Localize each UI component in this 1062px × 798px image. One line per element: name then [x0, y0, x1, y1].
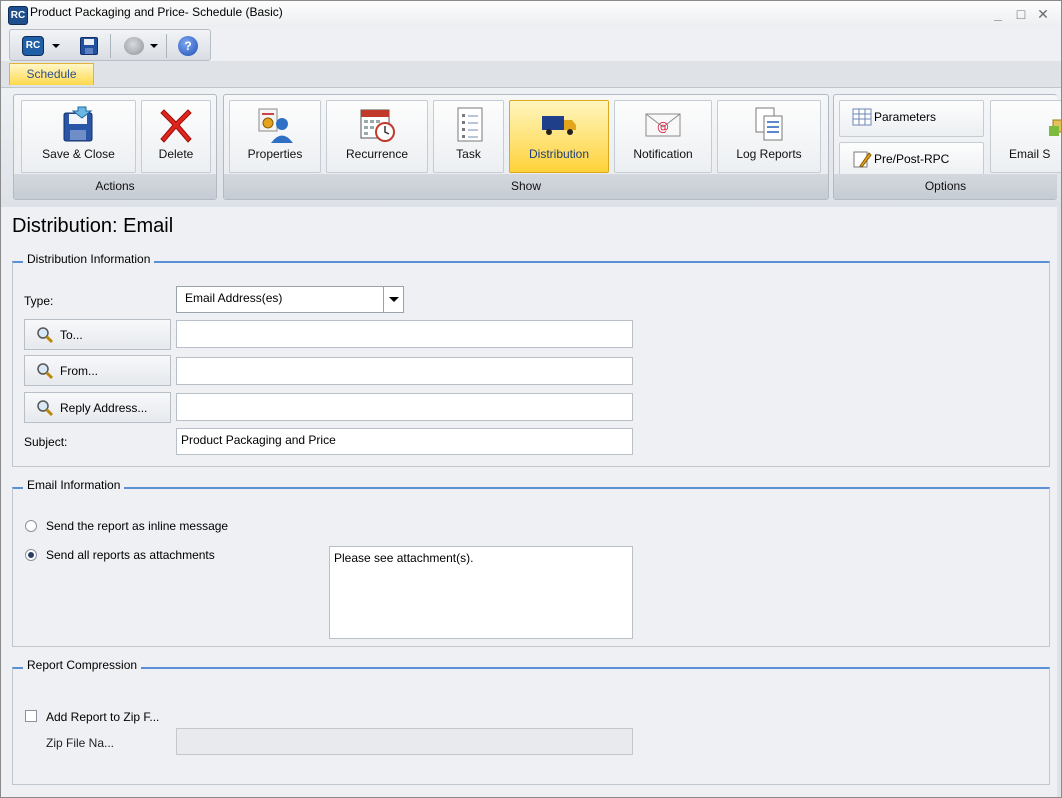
group-label-options: Options [834, 174, 1057, 199]
save-button[interactable] [80, 34, 98, 58]
inline-message-label: Send the report as inline message [46, 519, 229, 533]
section-email-information: Email Information Send the report as inl… [12, 478, 1050, 647]
svg-text:@: @ [657, 120, 669, 134]
maximize-button[interactable]: □ [1013, 7, 1029, 23]
quick-access-toolbar: RC ? [9, 29, 211, 61]
delete-x-icon [160, 109, 192, 143]
from-field[interactable] [176, 357, 633, 385]
zip-file-name-field[interactable] [176, 728, 633, 755]
email-settings-icon [1049, 119, 1061, 136]
properties-label: Properties [247, 147, 303, 161]
app-logo-icon: RC [8, 6, 28, 25]
save-close-icon [63, 106, 92, 142]
toolbar-divider [110, 34, 111, 58]
group-label-show: Show [224, 174, 828, 199]
task-label: Task [456, 147, 481, 161]
section-distribution-information: Distribution Information Type: Email Add… [12, 252, 1050, 467]
from-picker-button[interactable]: From... [24, 355, 171, 386]
attachments-label: Send all reports as attachments [46, 548, 215, 562]
attachments-radio[interactable] [25, 549, 37, 561]
inline-message-radio[interactable] [25, 520, 37, 532]
chevron-down-icon [150, 44, 158, 48]
notification-label: Notification [633, 147, 693, 161]
subject-label: Subject: [24, 435, 68, 449]
save-close-button[interactable]: Save & Close [21, 100, 136, 173]
section-legend: Report Compression [23, 658, 142, 672]
type-select[interactable]: Email Address(es) [176, 286, 404, 313]
task-button[interactable]: Task [433, 100, 504, 173]
pre-post-rpc-label: Pre/Post-RPC [874, 152, 950, 166]
email-settings-button[interactable]: Email S [990, 100, 1061, 173]
magnifier-icon [37, 400, 54, 417]
task-list-icon [457, 107, 482, 142]
parameters-button[interactable]: Parameters [839, 100, 984, 137]
chevron-down-icon [52, 44, 60, 48]
recurrence-label: Recurrence [345, 147, 409, 161]
truck-icon [542, 116, 576, 135]
zip-report-checkbox[interactable] [25, 710, 37, 722]
section-legend: Email Information [23, 478, 125, 492]
minimize-button[interactable]: _ [990, 7, 1006, 23]
reply-address-field[interactable] [176, 393, 633, 421]
page-title: Distribution: Email [12, 215, 174, 237]
reply-address-label: Reply Address... [60, 401, 148, 415]
delete-button[interactable]: Delete [141, 100, 211, 173]
ribbon-group-show: Properties Recurrence Task Distribution … [223, 94, 829, 200]
ribbon-group-options: Parameters Pre/Post-RPC Email S Options [833, 94, 1061, 200]
message-body-textarea[interactable]: Please see attachment(s). [329, 546, 633, 639]
print-icon [124, 37, 144, 55]
ribbon-tab-strip [1, 61, 1061, 89]
type-selected-value: Email Address(es) [185, 291, 283, 305]
magnifier-icon [37, 363, 54, 380]
group-label-actions: Actions [14, 174, 216, 199]
toolbar-divider [166, 34, 167, 58]
log-reports-button[interactable]: Log Reports [717, 100, 821, 173]
calendar-clock-icon [360, 109, 395, 142]
right-edge [1057, 207, 1061, 797]
type-label: Type: [24, 294, 54, 308]
chevron-down-icon[interactable] [383, 287, 403, 312]
ribbon-group-actions: Save & Close Delete Actions [13, 94, 217, 200]
title-bar: RC Product Packaging and Price- Schedule… [1, 1, 1061, 27]
parameters-label: Parameters [874, 110, 937, 124]
script-pencil-icon [853, 151, 872, 168]
section-legend: Distribution Information [23, 252, 155, 266]
reply-address-picker-button[interactable]: Reply Address... [24, 392, 171, 423]
email-envelope-icon: @ [645, 113, 681, 137]
properties-icon [258, 108, 293, 143]
save-close-label: Save & Close [42, 147, 115, 161]
close-button[interactable]: ✕ [1035, 7, 1051, 23]
window-title: Product Packaging and Price- Schedule (B… [30, 5, 283, 19]
to-label: To... [60, 328, 83, 342]
to-picker-button[interactable]: To... [24, 319, 171, 350]
to-field[interactable] [176, 320, 633, 348]
print-button[interactable] [124, 34, 158, 58]
magnifier-icon [37, 327, 54, 344]
help-button[interactable]: ? [178, 34, 198, 58]
parameters-grid-icon [852, 108, 872, 126]
rc-icon: RC [22, 36, 44, 56]
help-icon: ? [178, 36, 198, 56]
save-icon [80, 37, 98, 55]
app-window: RC Product Packaging and Price- Schedule… [0, 0, 1062, 798]
section-report-compression: Report Compression Add Report to Zip F..… [12, 658, 1050, 785]
notification-button[interactable]: @ Notification [614, 100, 712, 173]
zip-report-label: Add Report to Zip F... [46, 710, 160, 724]
log-reports-label: Log Reports [736, 147, 802, 161]
email-settings-label: Email S [1009, 147, 1051, 161]
delete-label: Delete [158, 147, 194, 161]
properties-button[interactable]: Properties [229, 100, 321, 173]
from-label: From... [60, 364, 98, 378]
zip-file-name-label: Zip File Na... [46, 736, 115, 750]
subject-field[interactable]: Product Packaging and Price [176, 428, 633, 455]
distribution-label: Distribution [528, 147, 590, 161]
tab-schedule[interactable]: Schedule [9, 63, 94, 85]
distribution-button[interactable]: Distribution [509, 100, 609, 173]
log-reports-icon [755, 107, 783, 141]
app-menu-button[interactable]: RC [22, 34, 60, 58]
recurrence-button[interactable]: Recurrence [326, 100, 428, 173]
